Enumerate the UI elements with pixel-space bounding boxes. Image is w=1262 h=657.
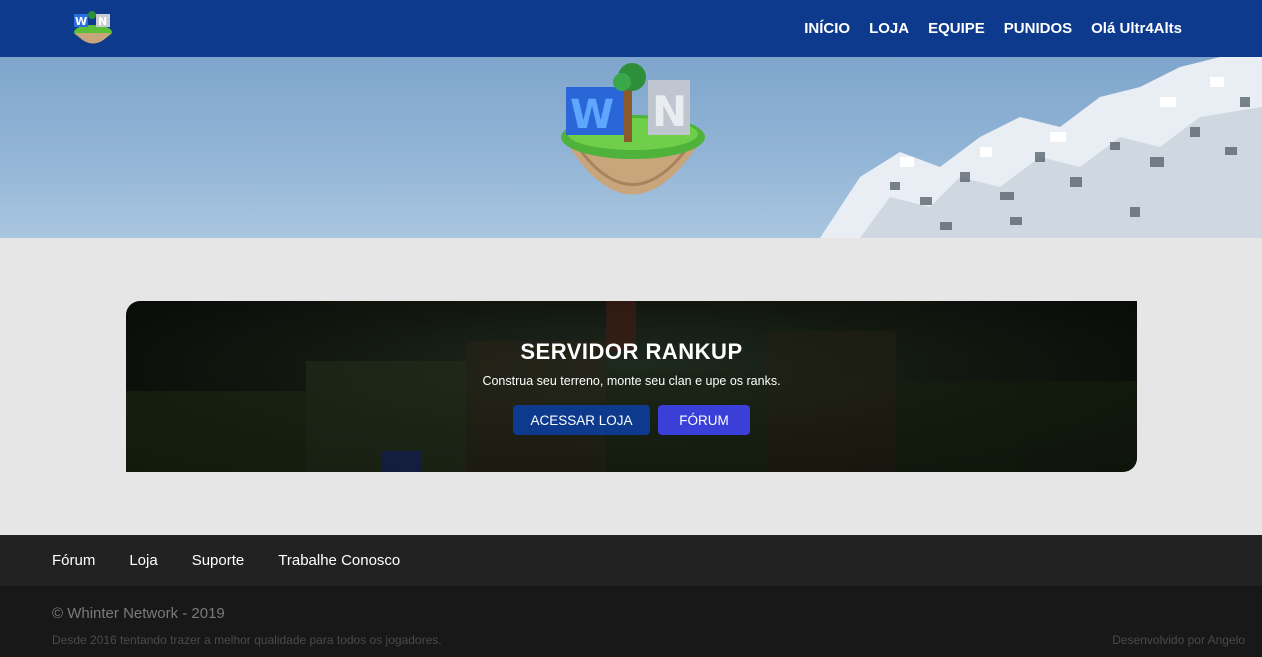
nav-inicio[interactable]: INÍCIO: [804, 20, 850, 37]
server-rankup-card: SERVIDOR RANKUP Construa seu terreno, mo…: [126, 301, 1137, 472]
nav-user-greeting[interactable]: Olá Ultr4Alts: [1091, 20, 1182, 37]
svg-text:N: N: [652, 87, 687, 136]
top-navbar: W N INÍCIO LOJA EQUIPE PUNIDOS Olá Ultr4…: [0, 0, 1262, 57]
access-store-button[interactable]: ACESSAR LOJA: [513, 405, 650, 435]
footer-link-forum[interactable]: Fórum: [52, 552, 95, 569]
copyright-text: © Whinter Network - 2019: [52, 605, 225, 622]
footer-navigation: Fórum Loja Suporte Trabalhe Conosco: [0, 535, 1262, 586]
footer-link-suporte[interactable]: Suporte: [192, 552, 245, 569]
server-description: Construa seu terreno, monte seu clan e u…: [482, 374, 781, 388]
footer-link-loja[interactable]: Loja: [129, 552, 157, 569]
svg-text:W: W: [75, 15, 87, 28]
forum-button[interactable]: FÓRUM: [658, 405, 750, 435]
nav-loja[interactable]: LOJA: [869, 20, 909, 37]
server-title: SERVIDOR RANKUP: [520, 339, 743, 364]
whinter-island-big-logo-icon: W N: [561, 63, 705, 195]
nav-equipe[interactable]: EQUIPE: [928, 20, 985, 37]
nav-punidos[interactable]: PUNIDOS: [1004, 20, 1072, 37]
svg-text:N: N: [98, 15, 107, 28]
svg-text:W: W: [570, 92, 614, 138]
main-navigation: INÍCIO LOJA EQUIPE PUNIDOS Olá Ultr4Alts: [804, 0, 1182, 57]
whinter-island-logo-icon[interactable]: W N: [70, 8, 116, 48]
developer-credit: Desenvolvido por Angelo: [1112, 633, 1245, 647]
footer-link-trabalhe-conosco[interactable]: Trabalhe Conosco: [278, 552, 400, 569]
hero-banner: W N: [0, 57, 1262, 238]
footer-tagline: Desde 2016 tentando trazer a melhor qual…: [52, 633, 442, 647]
footer-bottom: © Whinter Network - 2019 Desde 2016 tent…: [0, 586, 1262, 657]
